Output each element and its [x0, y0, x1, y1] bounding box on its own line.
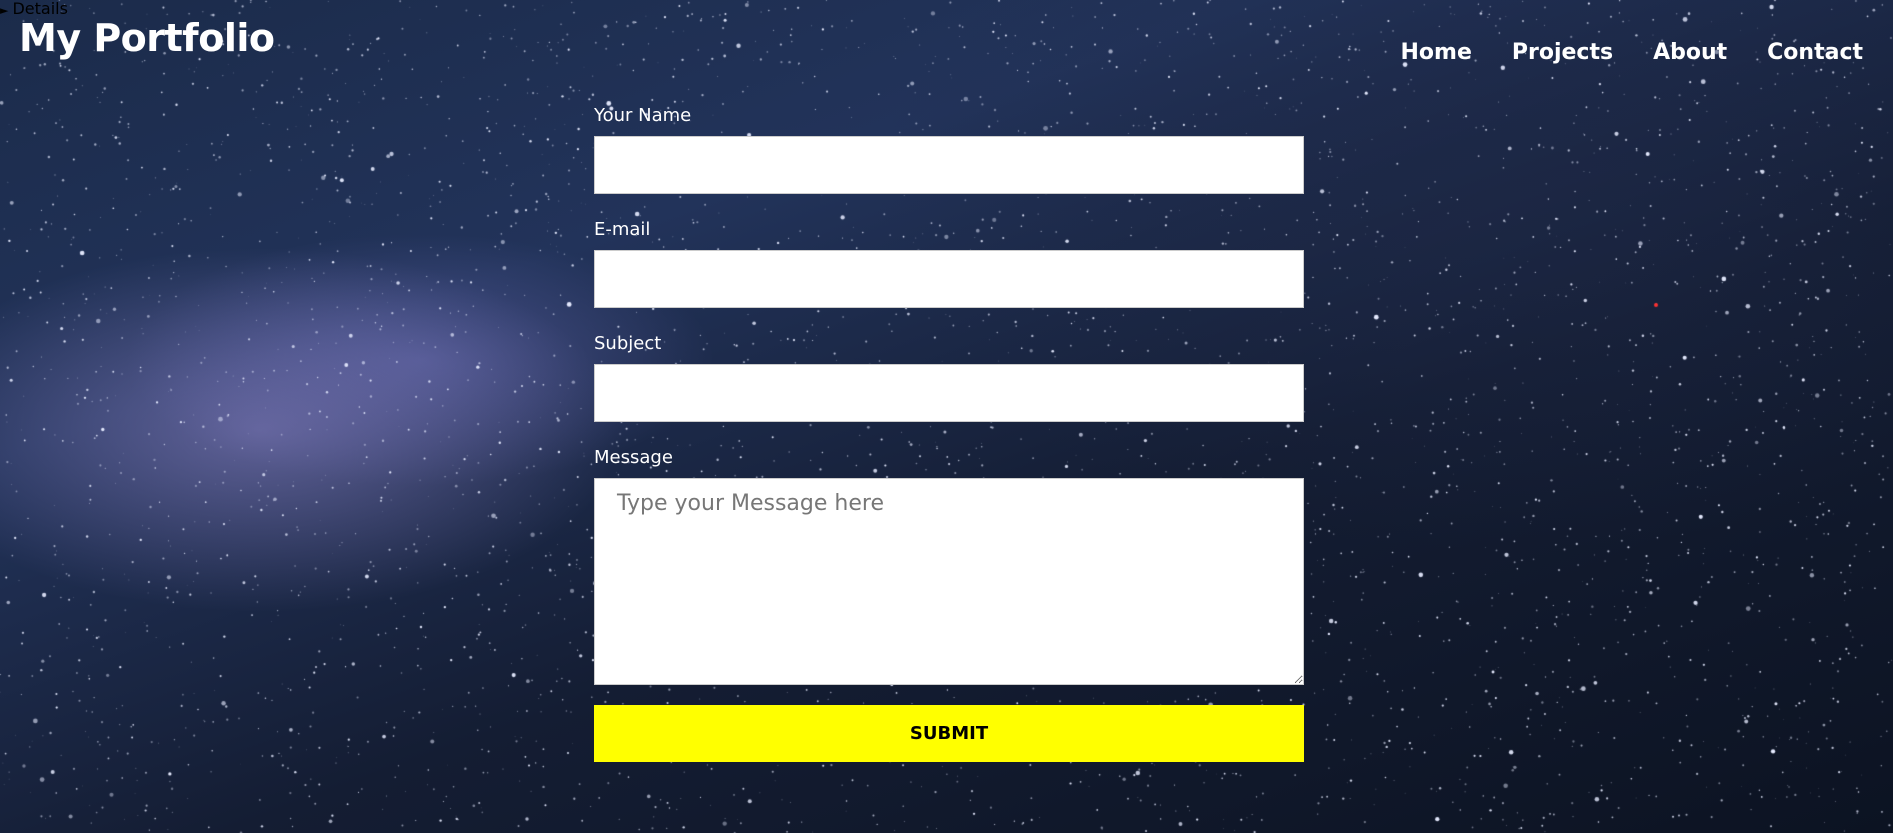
email-label: E-mail: [594, 219, 651, 240]
name-input[interactable]: [594, 136, 1304, 194]
message-label: Message: [594, 447, 673, 468]
email-input[interactable]: [594, 250, 1304, 308]
subject-input[interactable]: [594, 364, 1304, 422]
site-logo[interactable]: My Portfolio: [19, 16, 275, 60]
nav-home[interactable]: Home: [1401, 40, 1472, 65]
name-label: Your Name: [594, 105, 692, 126]
disclosure-triangle-icon: ►: [0, 4, 9, 17]
nav-about[interactable]: About: [1653, 40, 1727, 65]
subject-label: Subject: [594, 333, 662, 354]
contact-form: Your Name E-mail Subject Message SUBMIT: [594, 104, 1304, 762]
main-nav: Home Projects About Contact: [1401, 40, 1864, 65]
nav-contact[interactable]: Contact: [1767, 40, 1863, 65]
message-textarea[interactable]: [594, 478, 1304, 685]
submit-button[interactable]: SUBMIT: [594, 705, 1304, 762]
nav-projects[interactable]: Projects: [1512, 40, 1613, 65]
